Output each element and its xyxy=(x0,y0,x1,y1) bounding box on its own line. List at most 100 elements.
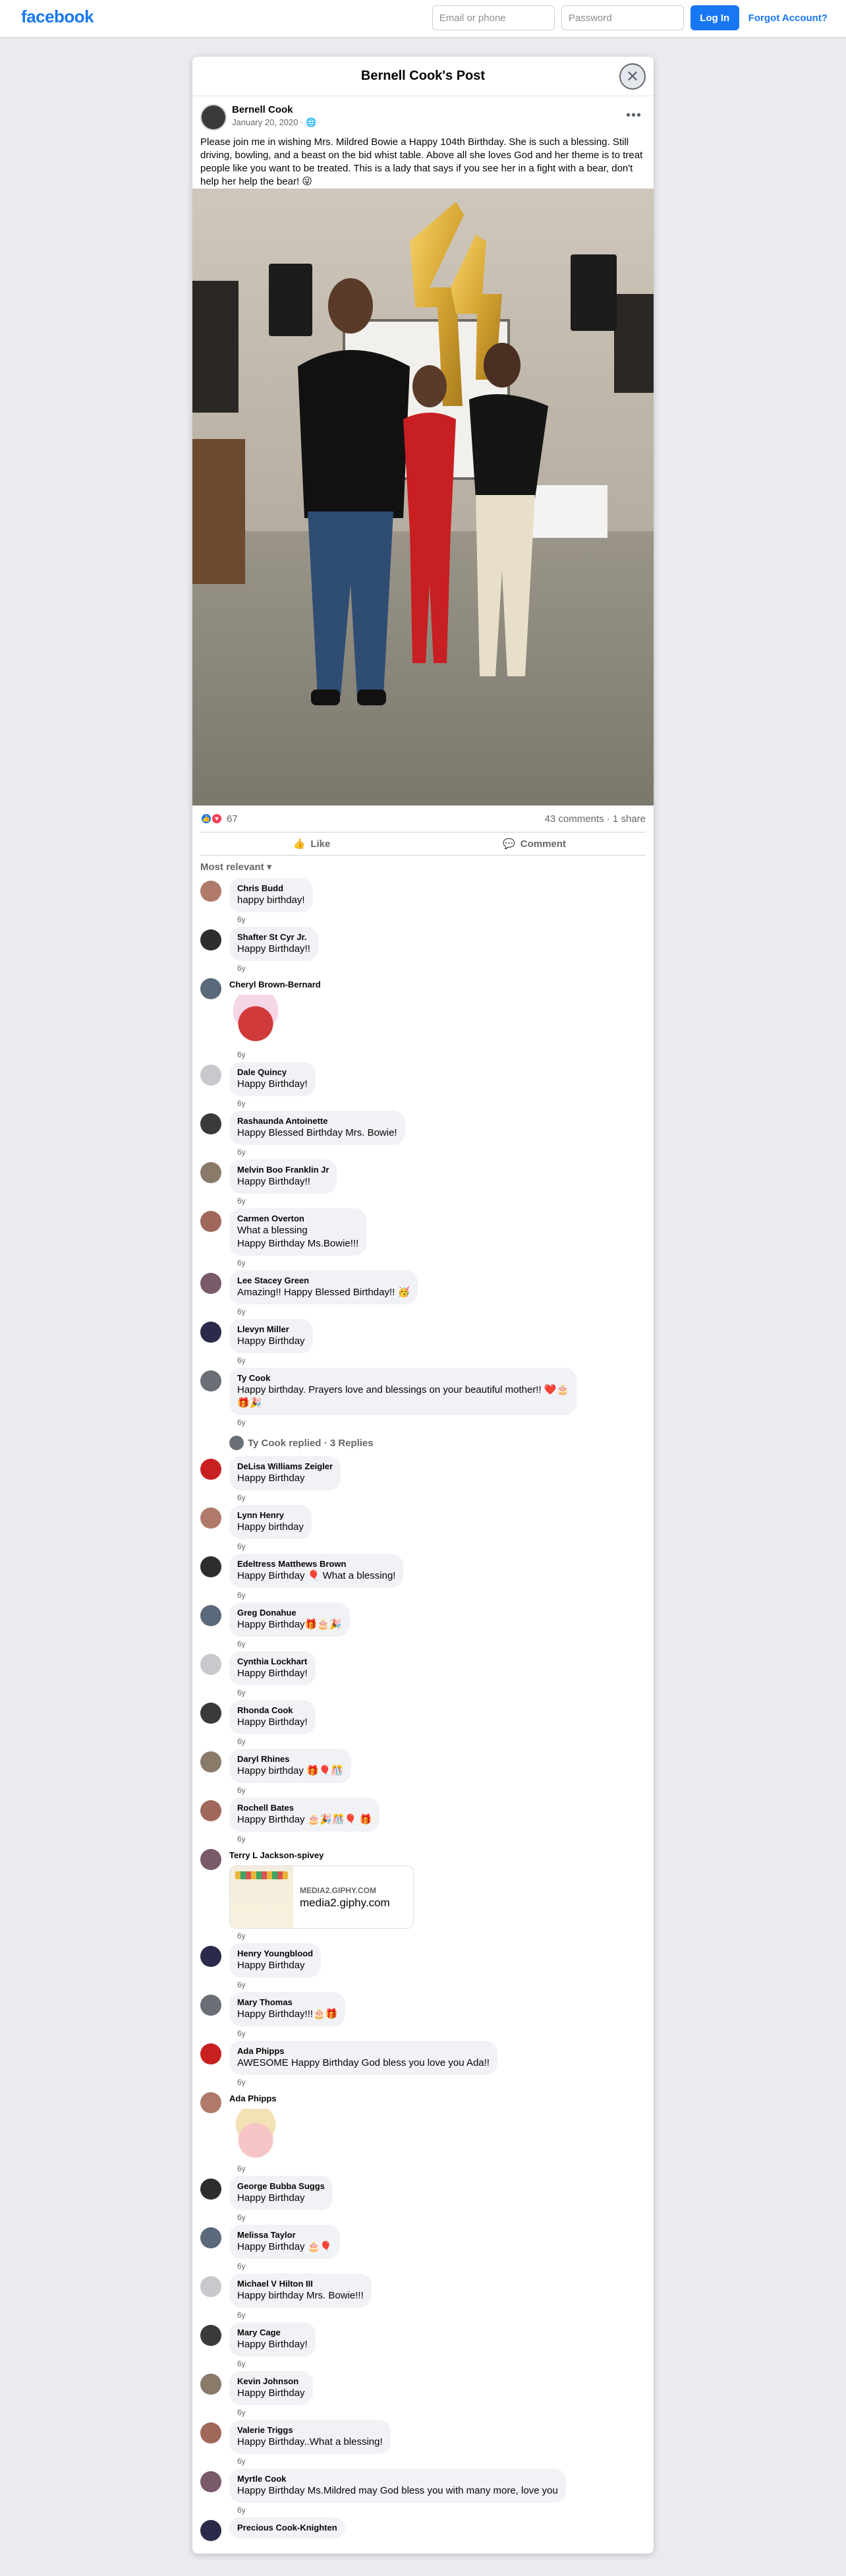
comment-time[interactable]: 6y xyxy=(229,912,646,927)
cake-sticker[interactable] xyxy=(229,2109,282,2161)
commenter-avatar[interactable] xyxy=(200,978,221,999)
commenter-avatar[interactable] xyxy=(200,1211,221,1232)
commenter-avatar[interactable] xyxy=(200,1849,221,1870)
comment-time[interactable]: 6y xyxy=(229,1783,646,1798)
commenter-name[interactable]: Lynn Henry xyxy=(237,1510,304,1521)
commenter-avatar[interactable] xyxy=(200,2325,221,2346)
facebook-logo[interactable]: facebook xyxy=(21,7,94,27)
login-button[interactable]: Log In xyxy=(690,5,739,30)
forgot-account-link[interactable]: Forgot Account? xyxy=(748,13,828,24)
comment-time[interactable]: 6y xyxy=(229,1734,646,1749)
commenter-name[interactable]: Mary Cage xyxy=(237,2327,308,2338)
commenter-name[interactable]: Edeltress Matthews Brown xyxy=(237,1559,395,1569)
shares-count[interactable]: 1 share xyxy=(613,813,646,825)
comment-time[interactable]: 6y xyxy=(229,2405,646,2420)
comment-time[interactable]: 6y xyxy=(229,1145,646,1159)
commenter-avatar[interactable] xyxy=(200,1065,221,1086)
comment-time[interactable]: 6y xyxy=(229,2026,646,2041)
commenter-name[interactable]: Rhonda Cook xyxy=(237,1705,308,1716)
commenter-name[interactable]: Mary Thomas xyxy=(237,1997,337,2008)
commenter-avatar[interactable] xyxy=(200,1654,221,1675)
comment-time[interactable]: 6y xyxy=(229,2454,646,2469)
comment-time[interactable]: 6y xyxy=(229,1832,646,1846)
comment-time[interactable]: 6y xyxy=(229,1256,646,1270)
commenter-avatar[interactable] xyxy=(200,2227,221,2248)
commenter-avatar[interactable] xyxy=(200,2179,221,2200)
comment-time[interactable]: 6y xyxy=(229,1685,646,1700)
email-field[interactable]: Email or phone xyxy=(432,5,555,30)
commenter-avatar[interactable] xyxy=(200,1751,221,1772)
commenter-avatar[interactable] xyxy=(200,1508,221,1529)
commenter-name[interactable]: Daryl Rhines xyxy=(237,1754,343,1765)
commenter-name[interactable]: Cynthia Lockhart xyxy=(237,1656,308,1667)
commenter-name[interactable]: Greg Donahue xyxy=(237,1608,342,1618)
commenter-name[interactable]: George Bubba Suggs xyxy=(237,2181,325,2192)
post-author[interactable]: Bernell Cook xyxy=(232,104,293,115)
commenter-avatar[interactable] xyxy=(200,1162,221,1183)
view-replies-link[interactable]: Ty Cook replied · 3 Replies xyxy=(200,1430,646,1456)
comment-button[interactable]: 💬 Comment xyxy=(423,838,646,850)
comment-time[interactable]: 6y xyxy=(229,1415,646,1430)
commenter-name[interactable]: Cheryl Brown-Bernard xyxy=(229,980,321,990)
author-avatar[interactable] xyxy=(200,104,227,131)
commenter-name[interactable]: Rashaunda Antoinette xyxy=(237,1116,397,1127)
comment-time[interactable]: 6y xyxy=(229,1637,646,1651)
reactions-summary[interactable]: 👍 ♥ 67 xyxy=(200,813,238,825)
comment-time[interactable]: 6y xyxy=(229,1490,646,1505)
commenter-name[interactable]: Llevyn Miller xyxy=(237,1324,305,1335)
commenter-avatar[interactable] xyxy=(200,1995,221,2016)
password-field[interactable]: Password xyxy=(561,5,684,30)
commenter-avatar[interactable] xyxy=(200,1800,221,1821)
comment-time[interactable]: 6y xyxy=(229,1588,646,1602)
commenter-name[interactable]: Dale Quincy xyxy=(237,1067,308,1078)
commenter-avatar[interactable] xyxy=(200,2092,221,2113)
commenter-name[interactable]: Precious Cook-Knighten xyxy=(237,2523,337,2533)
commenter-name[interactable]: Melvin Boo Franklin Jr xyxy=(237,1165,329,1175)
comment-time[interactable]: 6y xyxy=(229,2210,646,2225)
commenter-avatar[interactable] xyxy=(200,1370,221,1391)
commenter-name[interactable]: Henry Youngblood xyxy=(237,1948,313,1959)
commenter-avatar[interactable] xyxy=(200,881,221,902)
commenter-name[interactable]: Ty Cook xyxy=(237,1373,569,1384)
comment-time[interactable]: 6y xyxy=(229,961,646,976)
comment-time[interactable]: 6y xyxy=(229,2356,646,2371)
commenter-avatar[interactable] xyxy=(200,1273,221,1294)
comment-sort[interactable]: Most relevant ▾ xyxy=(192,856,654,878)
commenter-avatar[interactable] xyxy=(200,2043,221,2064)
commenter-name[interactable]: Kevin Johnson xyxy=(237,2376,305,2387)
post-photo[interactable] xyxy=(192,189,654,805)
commenter-name[interactable]: Shafter St Cyr Jr. xyxy=(237,932,310,943)
comment-time[interactable] xyxy=(229,2538,646,2553)
comment-time[interactable]: 6y xyxy=(229,1096,646,1111)
comment-time[interactable]: 6y xyxy=(229,2259,646,2273)
like-button[interactable]: 👍 Like xyxy=(200,838,423,850)
commenter-avatar[interactable] xyxy=(200,1605,221,1626)
comments-count[interactable]: 43 comments xyxy=(545,813,604,825)
commenter-name[interactable]: DeLisa Williams Zeigler xyxy=(237,1461,333,1472)
comment-time[interactable]: 6y xyxy=(229,2308,646,2322)
commenter-avatar[interactable] xyxy=(200,1703,221,1724)
commenter-name[interactable]: Melissa Taylor xyxy=(237,2230,332,2240)
commenter-avatar[interactable] xyxy=(200,1459,221,1480)
link-preview-card[interactable]: MEDIA2.GIPHY.COM media2.giphy.com xyxy=(229,1865,414,1929)
commenter-name[interactable]: Ada Phipps xyxy=(229,2093,277,2104)
commenter-avatar[interactable] xyxy=(200,2520,221,2541)
post-date[interactable]: January 20, 2020 · xyxy=(232,117,306,127)
commenter-name[interactable]: Chris Budd xyxy=(237,883,305,894)
comment-time[interactable]: 6y xyxy=(229,1353,646,1368)
comment-time[interactable]: 6y xyxy=(229,2161,646,2176)
comment-time[interactable]: 6y xyxy=(229,1929,646,1943)
more-options-icon[interactable]: ••• xyxy=(626,108,642,123)
commenter-avatar[interactable] xyxy=(200,1556,221,1577)
comment-time[interactable]: 6y xyxy=(229,2075,646,2090)
commenter-name[interactable]: Carmen Overton xyxy=(237,1214,358,1224)
comment-time[interactable]: 6y xyxy=(229,1539,646,1554)
comment-time[interactable]: 6y xyxy=(229,1047,646,1062)
commenter-name[interactable]: Michael V Hilton III xyxy=(237,2279,364,2289)
commenter-name[interactable]: Ada Phipps xyxy=(237,2046,490,2057)
close-button[interactable]: ✕ xyxy=(619,63,646,90)
comment-time[interactable]: 6y xyxy=(229,1194,646,1208)
commenter-avatar[interactable] xyxy=(200,2471,221,2492)
commenter-avatar[interactable] xyxy=(200,2374,221,2395)
comment-time[interactable]: 6y xyxy=(229,2503,646,2517)
